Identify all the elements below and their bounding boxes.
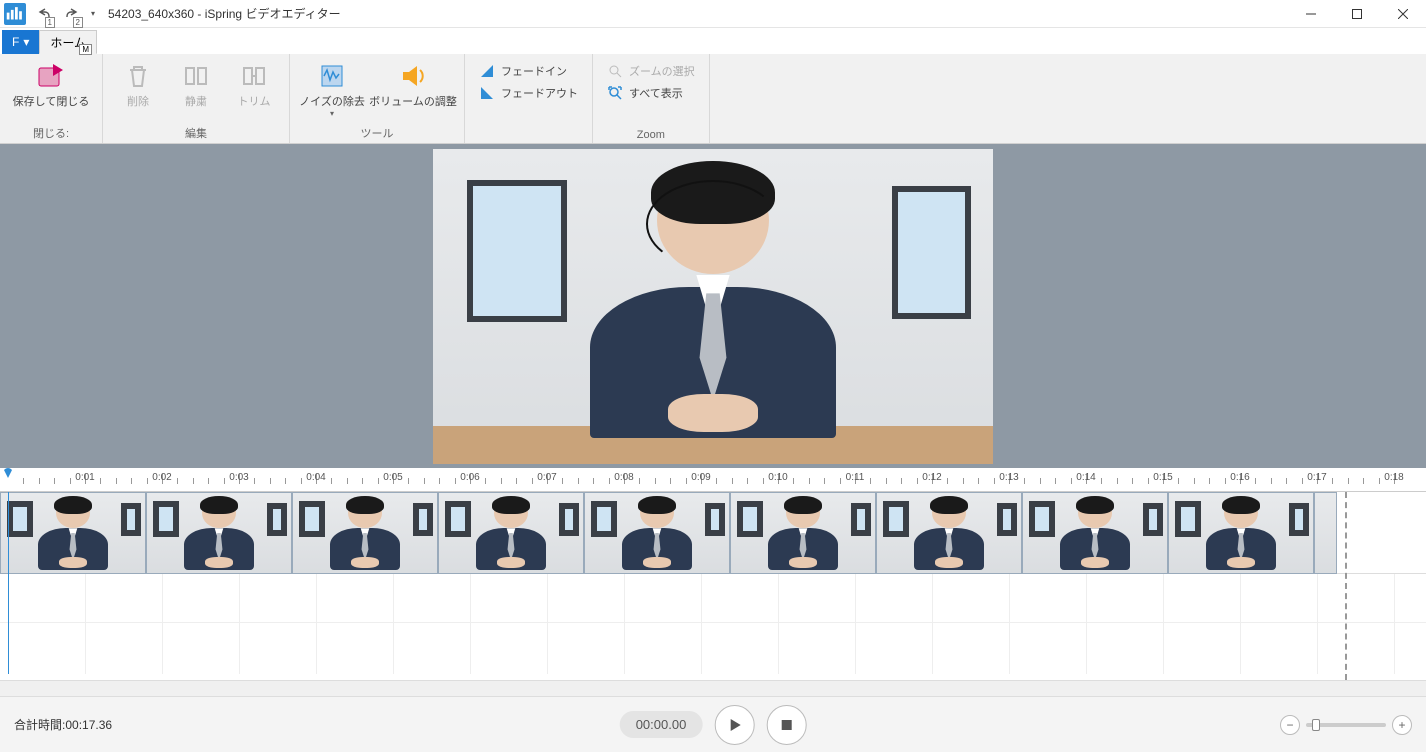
tool-group-label: ツール (296, 125, 458, 143)
adjust-volume-button[interactable]: ボリュームの調整 (368, 56, 458, 109)
save-and-close-button[interactable]: 保存して閉じる (6, 56, 96, 109)
timeline-thumbnail[interactable] (876, 492, 1022, 574)
redo-key-badge: 2 (73, 17, 83, 28)
timeline-grid (0, 574, 1426, 674)
timecode-display[interactable]: 00:00.00 (620, 711, 703, 738)
silence-icon (180, 60, 212, 92)
home-tab-key: M (79, 44, 92, 55)
ruler-tick: 0:04 (306, 472, 325, 483)
maximize-button[interactable] (1334, 0, 1380, 28)
trim-button: トリム (225, 56, 283, 109)
file-tab-key: F (12, 35, 19, 49)
trim-icon (238, 60, 270, 92)
undo-button[interactable]: 1 (30, 3, 58, 25)
title-bar: 1 2 ▾ 54203_640x360 - iSpring ビデオエディター (0, 0, 1426, 28)
home-tab[interactable]: ホーム M (39, 30, 97, 54)
zoom-all-icon (607, 85, 623, 101)
zoom-selection-button: ズームの選択 (603, 60, 699, 82)
ruler-tick: 0:14 (1076, 472, 1095, 483)
timeline-thumbnail[interactable] (1022, 492, 1168, 574)
preview-area (0, 144, 1426, 468)
window-title: 54203_640x360 - iSpring ビデオエディター (108, 5, 341, 22)
ruler-tick: 0:12 (922, 472, 941, 483)
minimize-button[interactable] (1288, 0, 1334, 28)
zoom-group-label: Zoom (599, 129, 703, 143)
ribbon-tabstrip: F ▾ ホーム M (0, 28, 1426, 54)
ruler-tick: 0:13 (999, 472, 1018, 483)
remove-noise-button[interactable]: ノイズの除去 ▾ (296, 56, 368, 119)
ruler-tick: 0:07 (537, 472, 556, 483)
fade-in-button[interactable]: フェードイン (475, 60, 582, 82)
status-bar: 合計時間:00:17.36 00:00.00 − + (0, 696, 1426, 752)
file-tab[interactable]: F ▾ (2, 30, 39, 54)
play-button[interactable] (714, 705, 754, 745)
zoom-slider[interactable] (1306, 723, 1386, 727)
timeline-thumbnail[interactable] (1314, 492, 1337, 574)
timeline-thumbnail[interactable] (584, 492, 730, 574)
fade-in-icon (479, 63, 495, 79)
playhead-line (8, 492, 9, 674)
timeline[interactable] (0, 492, 1426, 680)
delete-button: 削除 (109, 56, 167, 109)
trash-icon (122, 60, 154, 92)
ribbon-group-tool: ノイズの除去 ▾ ボリュームの調整 ツール (290, 54, 465, 143)
ruler-tick: 0:02 (152, 472, 171, 483)
ruler-tick: 0:16 (1230, 472, 1249, 483)
stop-button[interactable] (766, 705, 806, 745)
noise-icon (316, 60, 348, 92)
ruler-tick: 0:03 (229, 472, 248, 483)
undo-key-badge: 1 (45, 17, 55, 28)
ruler-tick: 0:18 (1384, 472, 1403, 483)
redo-button[interactable]: 2 (58, 3, 86, 25)
app-icon (4, 3, 26, 25)
save-close-icon (35, 60, 67, 92)
clip-end-marker (1345, 492, 1347, 680)
timeline-thumbnail[interactable] (146, 492, 292, 574)
ribbon-group-zoom: ズームの選択 すべて表示 Zoom (593, 54, 710, 143)
ribbon-group-close: 保存して閉じる 閉じる: (0, 54, 103, 143)
total-duration: 合計時間:00:17.36 (14, 716, 112, 733)
zoom-show-all-button[interactable]: すべて表示 (603, 82, 699, 104)
zoom-control: − + (1280, 715, 1412, 735)
timeline-thumbnail[interactable] (730, 492, 876, 574)
fade-out-icon (479, 85, 495, 101)
timeline-thumbnail[interactable] (438, 492, 584, 574)
qat-dropdown[interactable]: ▾ (86, 9, 100, 18)
ruler-tick: 0:15 (1153, 472, 1172, 483)
timeline-thumbnail[interactable] (1168, 492, 1314, 574)
edit-group-label: 編集 (109, 125, 283, 143)
ribbon-group-edit: 削除 静粛 トリム 編集 (103, 54, 290, 143)
ribbon-group-fade: フェードイン フェードアウト (465, 54, 593, 143)
ruler-tick: 0:17 (1307, 472, 1326, 483)
timeline-scrollbar[interactable] (0, 680, 1426, 696)
timeline-ruler[interactable]: 0:01 0:02 0:03 0:04 0:05 0:06 0:07 0:08 0:09 0:10… (0, 468, 1426, 492)
fade-out-button[interactable]: フェードアウト (475, 82, 582, 104)
close-button[interactable] (1380, 0, 1426, 28)
ruler-tick: 0:09 (691, 472, 710, 483)
ruler-tick: 0:06 (460, 472, 479, 483)
ruler-tick: 0:10 (768, 472, 787, 483)
ribbon: 保存して閉じる 閉じる: 削除 静粛 トリム 編集 ノイズの除去 (0, 54, 1426, 144)
ruler-tick: 0:01 (75, 472, 94, 483)
save-close-label: 保存して閉じる (13, 96, 90, 109)
timeline-thumbnail[interactable] (0, 492, 146, 574)
silence-button: 静粛 (167, 56, 225, 109)
video-track[interactable] (0, 492, 1426, 574)
volume-icon (397, 60, 429, 92)
ruler-tick: 0:11 (846, 472, 865, 483)
zoom-in-button[interactable]: + (1392, 715, 1412, 735)
ruler-tick: 0:05 (383, 472, 402, 483)
zoom-selection-icon (607, 63, 623, 79)
close-group-label: 閉じる: (6, 125, 96, 143)
video-preview[interactable] (433, 149, 993, 464)
timeline-thumbnail[interactable] (292, 492, 438, 574)
zoom-out-button[interactable]: − (1280, 715, 1300, 735)
ruler-tick: 0:08 (614, 472, 633, 483)
